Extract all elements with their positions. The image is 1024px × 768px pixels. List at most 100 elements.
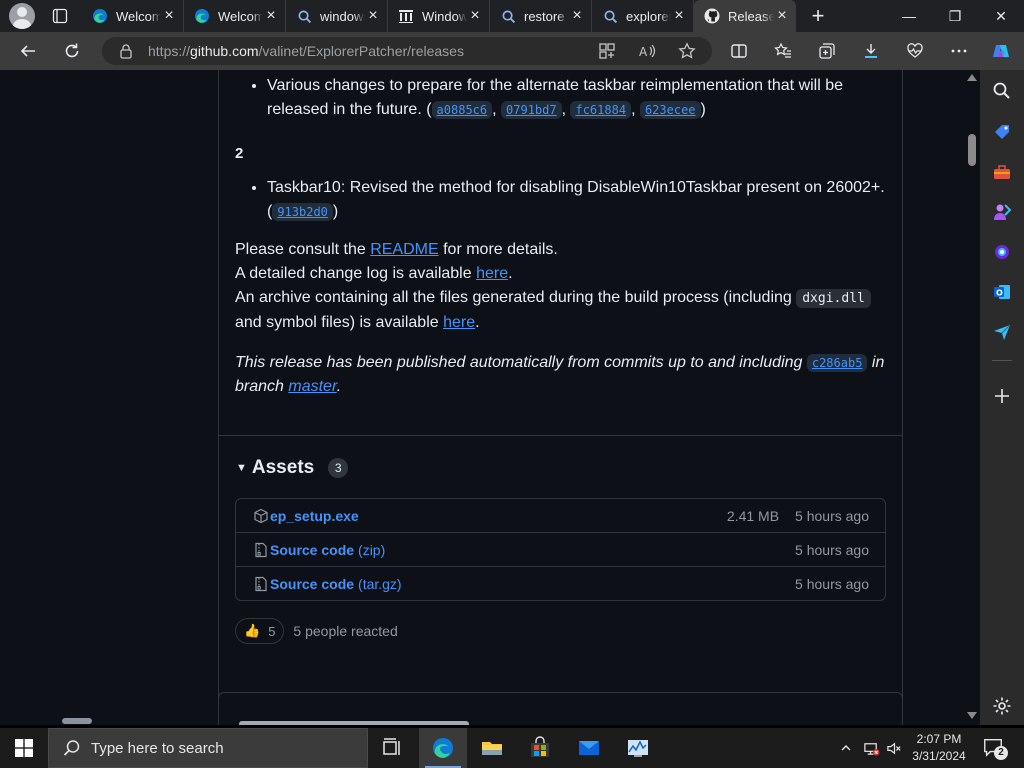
tab-5[interactable]: restore ×	[490, 0, 592, 32]
tab-7-active[interactable]: Releases×	[694, 0, 796, 32]
url-host: github.com	[190, 43, 259, 59]
favorites-button[interactable]	[767, 35, 799, 67]
sidebar-shopping-button[interactable]	[990, 120, 1014, 144]
sidebar-search-button[interactable]	[990, 79, 1014, 103]
commit-sha-link[interactable]: a0885c6	[431, 101, 493, 119]
sidebar-add-button[interactable]	[990, 384, 1014, 408]
network-status-button[interactable]	[860, 728, 882, 768]
tab-close-button[interactable]: ×	[365, 8, 381, 24]
close-window-button[interactable]: ✕	[978, 0, 1024, 32]
copilot-button[interactable]	[985, 35, 1017, 67]
asset-download-link[interactable]: Source code (tar.gz)	[270, 576, 402, 592]
asset-format: (zip)	[358, 541, 386, 558]
downloads-button[interactable]	[855, 35, 887, 67]
sidebar-drop-button[interactable]	[990, 320, 1014, 344]
assets-title[interactable]: Assets	[252, 457, 314, 479]
commit-sha-link[interactable]: 0791bd7	[501, 101, 562, 119]
assets-header[interactable]: ▼ Assets 3	[236, 457, 349, 479]
url-path: /valinet/ExplorerPatcher/releases	[258, 43, 464, 59]
url-text[interactable]: https://github.com/valinet/ExplorerPatch…	[148, 43, 464, 59]
auto-text: This release has been published automati…	[235, 354, 807, 371]
asset-size: 2.41 MB	[726, 507, 780, 524]
lock-icon[interactable]	[118, 43, 134, 59]
taskbar-microsoft-store[interactable]	[516, 728, 564, 768]
archive-link[interactable]: here	[443, 314, 475, 331]
volume-button[interactable]	[884, 728, 904, 768]
note-text: Taskbar10: Revised the method for disabl…	[267, 179, 885, 220]
taskbar-clock[interactable]: 2:07 PM 3/31/2024	[904, 731, 974, 765]
profile-avatar[interactable]	[9, 3, 35, 29]
settings-more-button[interactable]	[943, 35, 975, 67]
paper-plane-icon	[994, 324, 1011, 340]
sidebar-tools-button[interactable]	[990, 160, 1014, 184]
thumbs-up-reaction-button[interactable]: 👍 5	[235, 618, 285, 644]
commit-sha-link[interactable]: 623ecee	[639, 101, 701, 119]
sidebar-settings-button[interactable]	[990, 694, 1014, 718]
task-view-button[interactable]	[368, 728, 416, 768]
tab-4[interactable]: Windows×	[388, 0, 490, 32]
notification-center-button[interactable]: 2	[982, 736, 1008, 760]
tab-label: explorer	[626, 8, 671, 24]
speaker-muted-icon	[886, 742, 901, 754]
split-screen-button[interactable]	[723, 35, 755, 67]
scroll-down-arrow[interactable]	[967, 712, 977, 719]
tab-close-button[interactable]: ×	[263, 8, 279, 24]
tab-close-button[interactable]: ×	[569, 8, 585, 24]
branch-master-link[interactable]: master	[288, 378, 336, 395]
tab-close-button[interactable]: ×	[671, 8, 687, 24]
taskbar-edge[interactable]	[419, 728, 467, 768]
browser-essentials-button[interactable]	[899, 35, 931, 67]
archive-text-middle: and symbol files) is available	[235, 314, 444, 331]
taskbar-resource-monitor[interactable]	[614, 728, 662, 768]
favorite-star-icon[interactable]	[678, 42, 696, 60]
commit-sha-link[interactable]: 913b2d0	[272, 203, 333, 221]
changelog-link[interactable]: here	[476, 265, 508, 282]
sidebar-outlook-button[interactable]: O	[990, 280, 1014, 304]
tab-2[interactable]: Welcome×	[184, 0, 286, 32]
app-available-icon[interactable]	[598, 42, 616, 60]
minimize-button[interactable]: —	[886, 0, 932, 32]
sidebar-copilot-button[interactable]	[990, 240, 1014, 264]
new-tab-button[interactable]: +	[802, 0, 834, 32]
scroll-up-arrow[interactable]	[967, 74, 977, 81]
mail-icon	[579, 741, 599, 755]
back-button[interactable]	[12, 35, 44, 67]
asset-download-link[interactable]: Source code (zip)	[270, 542, 385, 558]
asset-name: ep_setup.exe	[270, 507, 359, 524]
task-view-icon	[383, 738, 400, 755]
address-bar[interactable]: https://github.com/valinet/ExplorerPatch…	[102, 37, 712, 65]
read-aloud-icon[interactable]: A	[638, 42, 656, 60]
tab-6[interactable]: explorer ×	[592, 0, 694, 32]
search-icon	[63, 740, 80, 756]
taskbar-mail[interactable]	[565, 728, 613, 768]
asset-download-link[interactable]: ep_setup.exe	[270, 508, 359, 524]
page-scrollbar[interactable]	[965, 70, 980, 725]
sidebar-separator	[992, 360, 1012, 361]
network-offline-icon	[863, 742, 880, 756]
start-button[interactable]	[0, 728, 48, 768]
tab-close-button[interactable]: ×	[774, 8, 790, 24]
sidebar-games-button[interactable]	[990, 200, 1014, 224]
collections-button[interactable]	[811, 35, 843, 67]
show-hidden-icons-button[interactable]	[836, 728, 856, 768]
tab-close-button[interactable]: ×	[161, 8, 177, 24]
tab-1[interactable]: Welcome×	[82, 0, 184, 32]
scroll-thumb[interactable]	[968, 134, 976, 166]
package-icon	[253, 508, 269, 524]
maximize-button[interactable]: ❐	[932, 0, 978, 32]
commit-sha-link[interactable]: fc61884	[570, 101, 632, 119]
refresh-button[interactable]	[56, 35, 88, 67]
taskbar-search-box[interactable]: Type here to search	[48, 728, 368, 768]
readme-link[interactable]: README	[370, 241, 438, 258]
taskbar-file-explorer[interactable]	[468, 728, 516, 768]
commit-sha-link[interactable]: c286ab5	[806, 354, 868, 372]
archive-text-end: .	[475, 314, 480, 331]
search-icon	[993, 82, 1010, 99]
notes-list-bottom: Taskbar10: Revised the method for disabl…	[235, 176, 885, 224]
tab-3[interactable]: windows ×	[286, 0, 388, 32]
tab-close-button[interactable]: ×	[467, 8, 483, 24]
tab-actions-button[interactable]	[44, 0, 76, 32]
browser-toolbar: https://github.com/valinet/ExplorerPatch…	[0, 32, 1024, 70]
assets-toggle-icon[interactable]: ▼	[236, 462, 247, 474]
download-icon	[865, 44, 877, 58]
